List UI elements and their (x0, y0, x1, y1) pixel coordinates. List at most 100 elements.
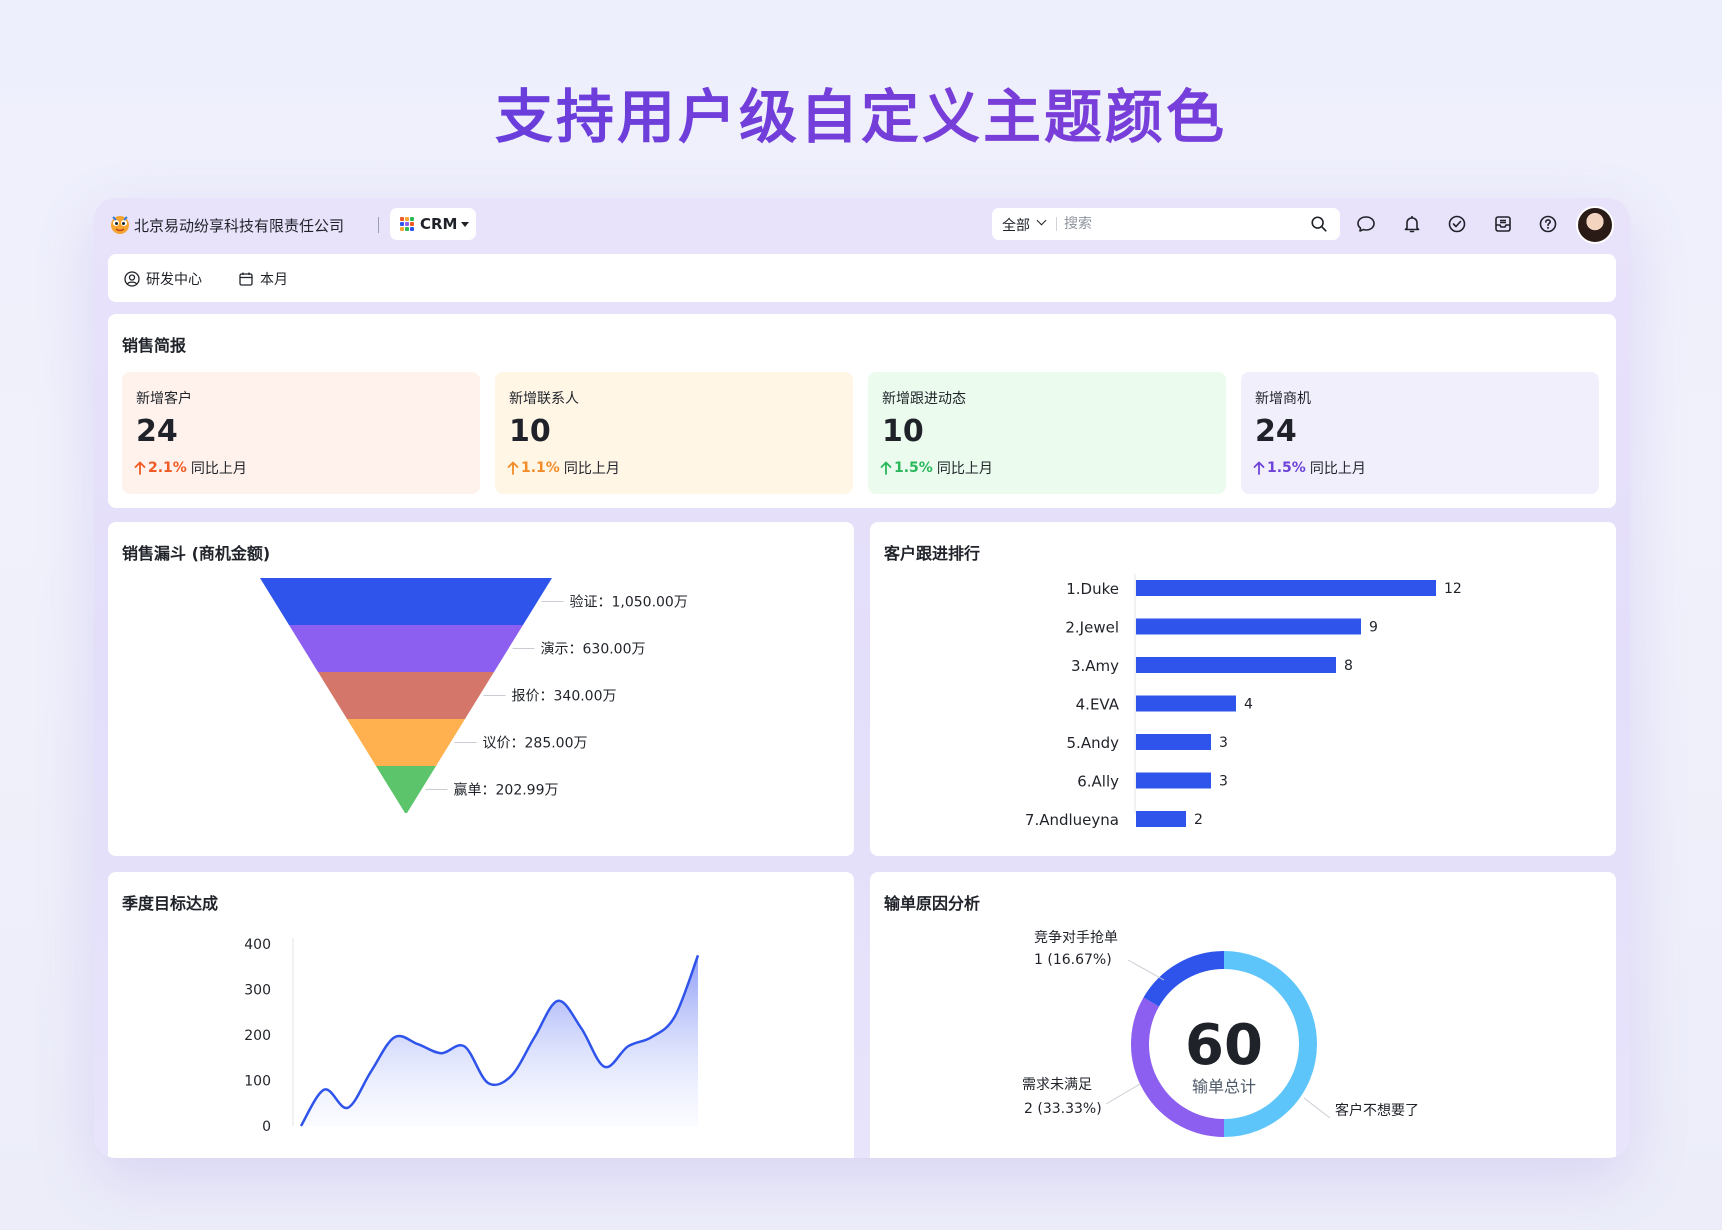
donut-slice-value: 1 (16.67%) (1034, 952, 1112, 968)
caret-down-icon (460, 221, 469, 227)
ranking-category-label: 6.Ally (1077, 773, 1119, 791)
stat-value: 10 (882, 414, 924, 449)
donut-slice-name: 需求未满足 (1022, 1077, 1092, 1093)
donut-leader-line (1303, 1097, 1331, 1119)
quarterly-target-card: 季度目标达成 0 100 200 300 400 (108, 872, 854, 1158)
ranking-value-label: 9 (1369, 620, 1378, 636)
y-tick-label: 0 (262, 1119, 271, 1135)
sales-funnel-chart: 验证：1,050.00万演示：630.00万报价：340.00万议价：285.0… (260, 578, 688, 813)
hero-title: 支持用户级自定义主题颜色 (0, 70, 1722, 154)
period-filter[interactable]: 本月 (238, 269, 288, 289)
app-switcher-button[interactable]: CRM (390, 208, 476, 240)
arrow-up-icon (134, 461, 146, 475)
funnel-stage-label: 议价：285.00万 (483, 736, 588, 752)
stat-label: 新增联系人 (509, 391, 579, 407)
y-tick-label: 100 (244, 1074, 271, 1090)
funnel-stage[interactable] (318, 672, 494, 719)
sales-brief-title: 销售简报 (122, 336, 187, 355)
ranking-category-label: 4.EVA (1076, 696, 1120, 714)
company-name[interactable]: 北京易动纷享科技有限责任公司 (134, 215, 344, 236)
user-circle-icon (124, 271, 140, 287)
stat-compare-label: 同比上月 (563, 461, 620, 477)
bell-icon[interactable] (1402, 214, 1422, 234)
arrow-up-icon (880, 461, 892, 475)
loss-reason-chart: 60输单总计 竞争对手抢单 1 (16.67%) 需求未满足 2 (33.33%) 客户不… (1022, 929, 1419, 1137)
ranking-bar[interactable] (1136, 772, 1211, 789)
stat-label: 新增商机 (1255, 391, 1311, 407)
arrow-up-icon (1253, 461, 1265, 475)
ranking-value-label: 12 (1444, 581, 1462, 597)
stat-value: 24 (1255, 414, 1297, 449)
search-bar: 全部 (992, 208, 1340, 240)
search-input[interactable] (1064, 212, 1294, 236)
customer-ranking-card: 客户跟进排行 1.Duke 12 2.Jewel 9 3.Amy 8 4.EVA 4 5.And… (870, 522, 1616, 856)
stat-compare-label: 同比上月 (190, 461, 247, 477)
stat-change: 1.1% 同比上月 (507, 458, 620, 478)
stat-label: 新增客户 (136, 391, 192, 407)
loss-reason-card: 输单原因分析 60 输单总计 竞争对手抢单 1 (16.67%) 需求未满足 2 (33.… (870, 872, 1616, 1158)
sales-brief-card: 销售简报 新增客户 24 2.1% 同比上月 新增联系人 10 1.1% 同比上月 新增跟进动态… (108, 314, 1616, 508)
donut-slice-name: 竞争对手抢单 (1034, 929, 1118, 946)
app-name: CRM (420, 215, 458, 233)
stat-change: 1.5% 同比上月 (880, 458, 993, 478)
stat-compare-label: 同比上月 (936, 461, 993, 477)
ranking-bar[interactable] (1136, 618, 1361, 635)
ranking-bar[interactable] (1136, 811, 1186, 827)
department-filter-label: 研发中心 (146, 272, 202, 288)
funnel-stage[interactable] (347, 719, 465, 766)
ranking-category-label: 7.Andlueyna (1025, 811, 1119, 829)
task-check-icon[interactable] (1447, 214, 1467, 234)
top-bar: 北京易动纷享科技有限责任公司 CRM 全部 (94, 198, 1630, 254)
donut-leader-line (1127, 959, 1165, 981)
stat-change: 1.5% 同比上月 (1253, 458, 1366, 478)
department-filter[interactable]: 研发中心 (124, 269, 202, 289)
customer-ranking-chart: 1.Duke 12 2.Jewel 9 3.Amy 8 4.EVA 4 5.Andy 3 6.All… (1025, 574, 1462, 829)
donut-slice[interactable] (1143, 951, 1225, 1007)
sales-funnel-card: 销售漏斗 (商机金额) 验证：1,050.00万 演示：630.00万 报价：340… (108, 522, 854, 856)
user-avatar[interactable] (1576, 206, 1614, 244)
search-icon[interactable] (1310, 215, 1328, 233)
app-window: 北京易动纷享科技有限责任公司 CRM 全部 搜索 研发中心 本月 销售简报 新增… (94, 198, 1630, 1158)
funnel-stage-label: 赢单：202.99万 (454, 782, 559, 799)
ranking-bar[interactable] (1136, 657, 1336, 673)
ranking-category-label: 1.Duke (1066, 580, 1119, 598)
stat-tile[interactable]: 新增商机 24 1.5% 同比上月 (1241, 372, 1599, 494)
ranking-value-label: 2 (1194, 812, 1203, 828)
chevron-down-icon[interactable] (1036, 215, 1047, 226)
ranking-bar[interactable] (1136, 695, 1236, 712)
stat-tile[interactable]: 新增联系人 10 1.1% 同比上月 (495, 372, 853, 494)
period-filter-label: 本月 (260, 272, 288, 288)
calendar-icon (239, 272, 253, 286)
ranking-category-label: 5.Andy (1067, 734, 1120, 752)
donut-total-label: 输单总计 (1192, 1077, 1256, 1096)
search-scope-select[interactable]: 全部 (1002, 215, 1030, 235)
funnel-stage-label: 报价：340.00万 (512, 689, 617, 705)
company-logo-icon (111, 216, 129, 234)
stat-change: 2.1% 同比上月 (134, 458, 247, 478)
stat-change-percent: 1.5% (894, 460, 933, 476)
ranking-bar[interactable] (1136, 580, 1436, 596)
donut-total-value: 60 (1185, 1013, 1263, 1078)
y-tick-label: 200 (244, 1028, 271, 1044)
donut-slice-name: 客户不想要了 (1335, 1102, 1419, 1119)
ranking-category-label: 2.Jewel (1065, 619, 1119, 637)
ranking-value-label: 3 (1219, 735, 1228, 751)
stat-tile[interactable]: 新增跟进动态 10 1.5% 同比上月 (868, 372, 1226, 494)
inbox-icon[interactable] (1493, 214, 1513, 234)
y-tick-label: 300 (244, 983, 271, 999)
help-icon[interactable] (1538, 214, 1558, 234)
stat-label: 新增跟进动态 (882, 391, 966, 407)
divider (1056, 217, 1057, 231)
message-icon[interactable] (1356, 214, 1376, 234)
filter-bar: 研发中心 本月 (108, 254, 1616, 302)
donut-slice-value: 2 (33.33%) (1024, 1101, 1102, 1117)
ranking-value-label: 3 (1219, 774, 1228, 790)
funnel-stage[interactable] (260, 578, 552, 625)
stat-value: 24 (136, 414, 178, 449)
ranking-category-label: 3.Amy (1071, 657, 1119, 675)
stat-tile[interactable]: 新增客户 24 2.1% 同比上月 (122, 372, 480, 494)
funnel-stage[interactable] (289, 625, 523, 672)
ranking-bar[interactable] (1136, 734, 1211, 750)
funnel-stage-label: 演示：630.00万 (541, 642, 646, 658)
area-fill (301, 955, 698, 1126)
